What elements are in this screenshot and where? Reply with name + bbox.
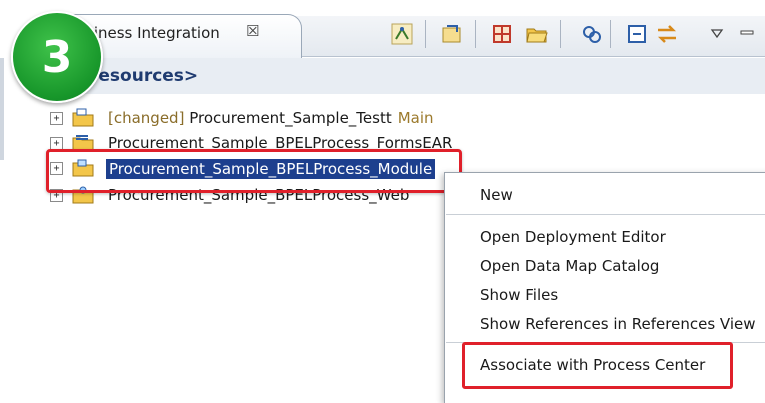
resources-label: resources> — [90, 66, 199, 86]
close-icon[interactable]: ☒ — [246, 22, 259, 40]
project-folder-icon — [72, 108, 94, 128]
toolbar-separator — [610, 20, 611, 48]
tab-label: siness Integration — [86, 24, 220, 42]
menu-item-show-files[interactable]: Show Files — [480, 286, 558, 304]
grid-icon[interactable] — [490, 22, 514, 46]
tree-item[interactable]: + [changed] Procurement_Sample_Testt Main — [50, 108, 470, 132]
changed-prefix: [changed] — [108, 109, 185, 127]
minimize-icon[interactable] — [735, 22, 759, 46]
toolbar-separator — [475, 20, 476, 48]
highlight-associate-menu-item — [462, 342, 733, 389]
view-menu-icon[interactable] — [705, 22, 729, 46]
step-badge: 3 — [11, 11, 103, 103]
collapse-icon[interactable] — [625, 22, 649, 46]
highlight-selected-module — [46, 149, 462, 193]
menu-item-open-deployment-editor[interactable]: Open Deployment Editor — [480, 228, 666, 246]
toolbar-separator — [560, 20, 561, 48]
expand-icon[interactable]: + — [50, 112, 63, 125]
hierarchy-icon[interactable] — [390, 22, 414, 46]
import-icon[interactable] — [440, 22, 464, 46]
menu-separator — [446, 214, 765, 215]
toolbar-separator — [425, 20, 426, 48]
open-folder-icon[interactable] — [525, 22, 549, 46]
menu-item-show-references[interactable]: Show References in References View — [480, 315, 756, 333]
sync-arrows-icon[interactable] — [655, 22, 679, 46]
menu-item-open-data-map-catalog[interactable]: Open Data Map Catalog — [480, 257, 659, 275]
tree-item-label: Procurement_Sample_Testt — [189, 109, 392, 127]
menu-item-new[interactable]: New — [480, 186, 513, 204]
link-icon[interactable] — [580, 22, 604, 46]
branch-tag: Main — [397, 109, 434, 127]
